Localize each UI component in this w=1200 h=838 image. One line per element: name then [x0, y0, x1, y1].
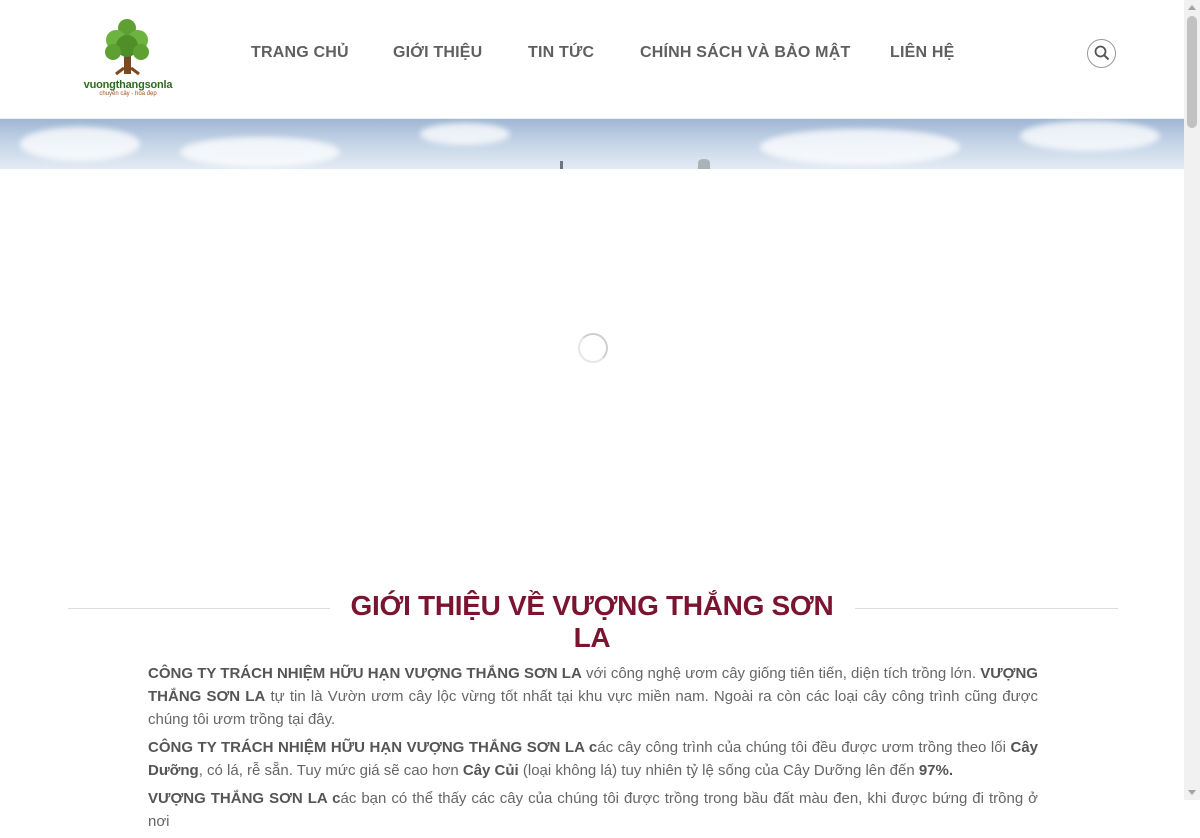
nav-item-policy[interactable]: CHÍNH SÁCH VÀ BẢO MẬT	[640, 44, 850, 62]
nav-item-news[interactable]: TIN TỨC	[528, 44, 594, 62]
search-icon	[1094, 45, 1110, 61]
company-name: CÔNG TY TRÁCH NHIỆM HỮU HẠN VƯỢNG THẮNG …	[148, 739, 598, 756]
loading-spinner-icon	[578, 333, 608, 363]
title-divider-left	[68, 608, 330, 609]
tree-logo-icon	[105, 19, 149, 76]
intro-text: CÔNG TY TRÁCH NHIỆM HỮU HẠN VƯỢNG THẮNG …	[148, 662, 1038, 838]
nav-item-about[interactable]: GIỚI THIỆU	[393, 44, 482, 62]
section-title: GIỚI THIỆU VỀ VƯỢNG THẮNG SƠN LA	[350, 590, 834, 653]
scroll-up-arrow-icon[interactable]	[1188, 5, 1196, 10]
search-button[interactable]	[1087, 39, 1116, 68]
logo-name: vuongthangsonla	[83, 79, 173, 91]
intro-paragraph: VƯỢNG THẮNG SƠN LA các bạn có thể thấy c…	[148, 790, 1039, 830]
brand-name: VƯỢNG THẮNG SƠN LA c	[148, 790, 341, 807]
title-divider-right	[855, 608, 1118, 609]
scroll-down-arrow-icon[interactable]	[1188, 790, 1196, 795]
nav-item-contact[interactable]: LIÊN HỆ	[890, 44, 955, 62]
scrollbar-thumb[interactable]	[1187, 16, 1197, 128]
logo-tagline: chuyên cây - hoa đẹp	[99, 91, 157, 97]
intro-paragraph: CÔNG TY TRÁCH NHIỆM HỮU HẠN VƯỢNG THẮNG …	[148, 739, 1039, 779]
intro-paragraph: CÔNG TY TRÁCH NHIỆM HỮU HẠN VƯỢNG THẮNG …	[148, 665, 1039, 728]
site-header: vuongthangsonla chuyên cây - hoa đẹp TRA…	[0, 0, 1184, 119]
company-name: CÔNG TY TRÁCH NHIỆM HỮU HẠN VƯỢNG THẮNG …	[148, 665, 582, 682]
nav-item-home[interactable]: TRANG CHỦ	[251, 44, 349, 62]
hero-banner	[0, 119, 1184, 169]
site-logo[interactable]: vuongthangsonla chuyên cây - hoa đẹp	[80, 18, 176, 98]
page-scrollbar[interactable]	[1184, 0, 1200, 800]
